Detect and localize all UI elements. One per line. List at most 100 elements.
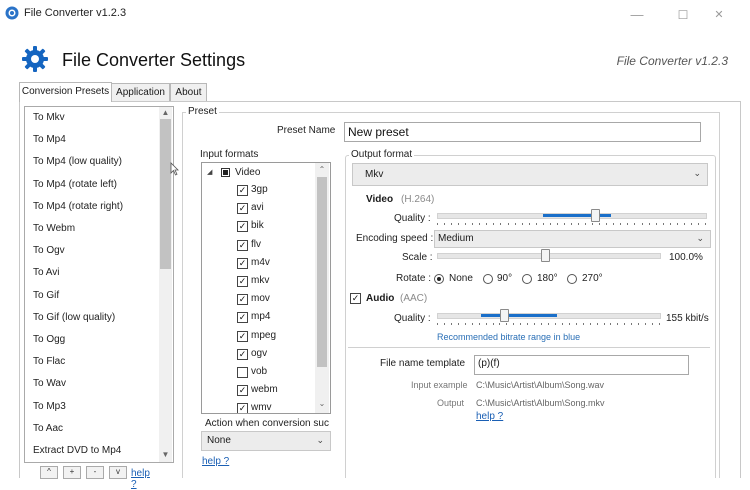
scroll-up-arrow-icon[interactable]: ▲ xyxy=(159,108,172,117)
remove-preset-button[interactable]: - xyxy=(86,466,104,479)
output-format-select[interactable]: Mkv ⌄ xyxy=(352,163,708,186)
file-name-help-link[interactable]: help ? xyxy=(476,411,503,422)
scroll-thumb[interactable] xyxy=(317,177,327,367)
slider-tick xyxy=(645,323,646,325)
format-checkbox-flv[interactable]: ✓ xyxy=(237,239,248,251)
scale-label: Scale : xyxy=(402,252,433,263)
list-item[interactable]: To Mp4 (rotate left) xyxy=(33,179,117,190)
add-preset-button[interactable]: + xyxy=(63,466,81,479)
scale-slider[interactable] xyxy=(437,249,661,265)
preset-list[interactable]: To Mkv To Mp4 To Mp4 (low quality) To Mp… xyxy=(24,106,174,463)
rotate-none-radio[interactable] xyxy=(434,274,444,284)
separator xyxy=(348,347,710,348)
format-checkbox-wmv[interactable]: ✓ xyxy=(237,403,248,413)
recommended-range xyxy=(543,214,611,217)
chevron-down-icon: ⌄ xyxy=(696,233,704,243)
file-name-template-input[interactable]: (p)(f) xyxy=(474,355,689,375)
format-checkbox-webm[interactable]: ✓ xyxy=(237,385,248,397)
format-checkbox-vob[interactable] xyxy=(237,367,248,378)
slider-tick xyxy=(437,323,438,325)
category-checkbox[interactable] xyxy=(221,168,230,177)
rotate-270-radio[interactable] xyxy=(567,274,577,284)
list-item[interactable]: To Avi xyxy=(33,267,60,278)
list-item[interactable]: To Webm xyxy=(33,223,75,234)
recommended-range xyxy=(481,314,557,317)
minimize-button[interactable]: — xyxy=(622,5,652,25)
slider-thumb[interactable] xyxy=(541,249,550,262)
list-item[interactable]: To Gif xyxy=(33,290,59,301)
slider-tick xyxy=(508,223,509,225)
slider-tick xyxy=(659,323,660,325)
list-item[interactable]: To Mp4 (rotate right) xyxy=(33,201,123,212)
maximize-button[interactable]: ☐ xyxy=(668,5,698,25)
slider-thumb[interactable] xyxy=(591,209,600,222)
list-item[interactable]: To Mp4 (low quality) xyxy=(33,156,122,167)
slider-tick xyxy=(583,323,584,325)
slider-tick xyxy=(620,223,621,225)
format-checkbox-ogv[interactable]: ✓ xyxy=(237,348,248,360)
chevron-down-icon: ⌄ xyxy=(693,168,701,178)
expand-triangle-icon[interactable]: ◢ xyxy=(207,168,212,176)
list-item[interactable]: To Wav xyxy=(33,378,66,389)
tab-conversion-presets[interactable]: Conversion Presets xyxy=(19,82,112,102)
list-item[interactable]: To Aac xyxy=(33,423,63,434)
format-checkbox-mov[interactable]: ✓ xyxy=(237,294,248,306)
preset-group-legend: Preset xyxy=(186,106,219,117)
scroll-down-arrow-icon[interactable]: ▼ xyxy=(159,450,172,459)
slider-tick xyxy=(529,223,530,225)
scroll-thumb[interactable] xyxy=(160,119,171,269)
slider-tick xyxy=(458,323,459,325)
format-checkbox-mpeg[interactable]: ✓ xyxy=(237,330,248,342)
video-quality-label: Quality : xyxy=(394,213,431,224)
list-item[interactable]: To Mp3 xyxy=(33,401,66,412)
preset-help-link[interactable]: help ? xyxy=(131,468,150,490)
action-select[interactable]: None ⌄ xyxy=(201,431,331,451)
preset-name-input[interactable]: New preset xyxy=(344,122,701,142)
slider-tick xyxy=(479,323,480,325)
list-item[interactable]: To Flac xyxy=(33,356,65,367)
format-label: 3gp xyxy=(251,184,268,195)
rotate-none-label: None xyxy=(449,273,473,284)
scroll-up-arrow-icon[interactable]: ⌃ xyxy=(315,165,329,174)
list-item[interactable]: To Ogv xyxy=(33,245,65,256)
slider-tick xyxy=(541,323,542,325)
list-item[interactable]: To Mkv xyxy=(33,112,65,123)
rotate-90-radio[interactable] xyxy=(483,274,493,284)
slider-tick xyxy=(634,223,635,225)
format-checkbox-avi[interactable]: ✓ xyxy=(237,203,248,215)
format-checkbox-m4v[interactable]: ✓ xyxy=(237,257,248,269)
rotate-180-radio[interactable] xyxy=(522,274,532,284)
input-formats-tree[interactable]: ◢ Video ✓ 3gp ✓ avi ✓ bik ✓ flv ✓ m4v ✓ mkv ✓ mov ✓ mp4… xyxy=(201,162,331,414)
list-item[interactable]: To Gif (low quality) xyxy=(33,312,115,323)
scroll-down-arrow-icon[interactable]: ⌄ xyxy=(315,399,329,408)
slider-tick xyxy=(652,323,653,325)
app-logo-icon xyxy=(5,6,19,20)
format-label: ogv xyxy=(251,347,268,359)
preset-list-scrollbar[interactable]: ▲ ▼ xyxy=(159,107,172,462)
tab-application[interactable]: Application xyxy=(111,83,170,101)
audio-enable-checkbox[interactable]: ✓ xyxy=(350,293,361,304)
format-checkbox-3gp[interactable]: ✓ xyxy=(237,185,248,196)
close-button[interactable]: ✕ xyxy=(704,5,734,25)
action-help-link[interactable]: help ? xyxy=(202,456,229,467)
slider-tick xyxy=(555,323,556,325)
move-down-button[interactable]: v xyxy=(109,466,127,479)
slider-thumb[interactable] xyxy=(500,309,509,322)
format-checkbox-mp4[interactable]: ✓ xyxy=(237,312,248,324)
encoding-speed-select[interactable]: Medium ⌄ xyxy=(434,230,711,248)
list-item[interactable]: To Mp4 xyxy=(33,134,66,145)
scale-value: 100.0% xyxy=(669,252,703,263)
video-quality-slider[interactable] xyxy=(437,209,707,229)
move-up-button[interactable]: ^ xyxy=(40,466,58,479)
formats-scrollbar[interactable]: ⌃ ⌄ xyxy=(315,163,329,413)
audio-quality-slider[interactable] xyxy=(437,309,661,329)
audio-quality-label: Quality : xyxy=(394,313,431,324)
format-checkbox-bik[interactable]: ✓ xyxy=(237,221,248,233)
recommended-note: Recommended bitrate range in blue xyxy=(437,332,581,342)
format-checkbox-mkv[interactable]: ✓ xyxy=(237,276,248,287)
list-item[interactable]: To Ogg xyxy=(33,334,65,345)
slider-tick xyxy=(548,323,549,325)
tab-about[interactable]: About xyxy=(170,83,207,101)
list-item[interactable]: Extract DVD to Mp4 xyxy=(33,445,121,456)
slider-tick xyxy=(444,223,445,225)
